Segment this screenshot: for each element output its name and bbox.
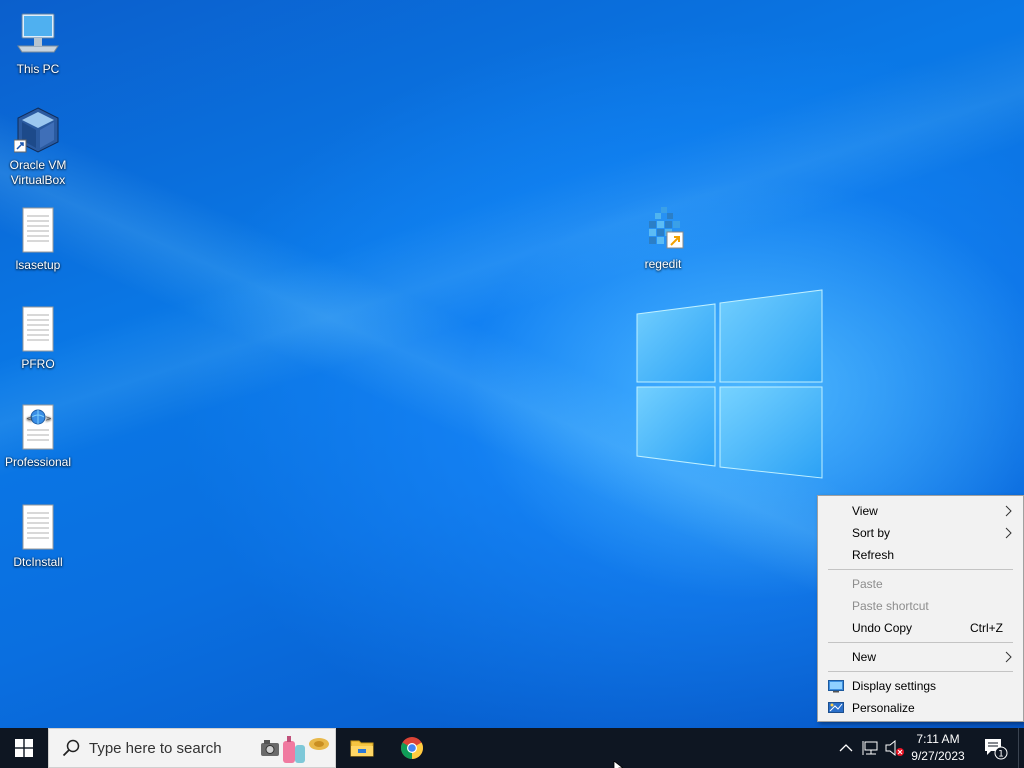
menu-item-refresh[interactable]: Refresh bbox=[818, 544, 1023, 566]
desktop-icon-professional[interactable]: < > Professional bbox=[0, 403, 76, 470]
chevron-right-icon bbox=[1005, 505, 1012, 517]
menu-item-sort-by[interactable]: Sort by bbox=[818, 522, 1023, 544]
desktop-icon-this-pc[interactable]: This PC bbox=[0, 10, 76, 77]
text-file-icon bbox=[14, 305, 62, 353]
menu-item-label: View bbox=[852, 504, 878, 518]
menu-item-label: Personalize bbox=[852, 701, 915, 715]
folder-icon bbox=[350, 740, 374, 757]
tray-network[interactable] bbox=[861, 738, 881, 758]
chevron-right-icon bbox=[1005, 651, 1012, 663]
menu-item-undo-copy[interactable]: Undo Copy Ctrl+Z bbox=[818, 617, 1023, 639]
virtualbox-icon bbox=[13, 106, 62, 154]
menu-item-label: Sort by bbox=[852, 526, 891, 540]
taskbar-file-explorer[interactable] bbox=[338, 728, 386, 768]
search-icon bbox=[62, 739, 80, 757]
menu-item-label: Undo Copy bbox=[852, 621, 913, 635]
menu-item-paste-shortcut[interactable]: Paste shortcut bbox=[818, 595, 1023, 617]
search-highlight-illustration bbox=[261, 736, 329, 763]
notification-count: 1 bbox=[998, 750, 1004, 760]
menu-item-shortcut: Ctrl+Z bbox=[970, 621, 1003, 635]
menu-item-paste[interactable]: Paste bbox=[818, 573, 1023, 595]
start-button[interactable] bbox=[0, 728, 48, 768]
desktop-icon-virtualbox[interactable]: Oracle VM VirtualBox bbox=[0, 106, 76, 188]
menu-item-label: Display settings bbox=[852, 679, 937, 693]
desktop-icon-label: Oracle VM VirtualBox bbox=[9, 158, 67, 187]
windows-start-icon bbox=[15, 739, 33, 757]
menu-item-label: Refresh bbox=[852, 548, 895, 562]
chrome-icon bbox=[401, 737, 423, 759]
display-icon bbox=[828, 680, 844, 693]
chevron-right-icon bbox=[1005, 527, 1012, 539]
desktop-icon-label: Professional bbox=[4, 455, 72, 469]
text-file-icon bbox=[14, 206, 62, 254]
svg-text:>: > bbox=[45, 414, 52, 423]
clock-time: 7:11 AM bbox=[916, 732, 960, 746]
desktop-icon-label: This PC bbox=[16, 62, 60, 76]
desktop-icon-label: DtcInstall bbox=[13, 555, 63, 569]
desktop-context-menu: View Sort by Refresh Paste Paste shortcu… bbox=[817, 495, 1024, 722]
menu-item-new[interactable]: New bbox=[818, 646, 1023, 668]
menu-item-label: Paste bbox=[852, 577, 883, 591]
taskbar-clock[interactable]: 7:11 AM 9/27/2023 bbox=[900, 731, 976, 765]
menu-item-label: New bbox=[852, 650, 877, 664]
desktop-icon-dtcinstall[interactable]: DtcInstall bbox=[0, 503, 76, 570]
computer-icon bbox=[14, 10, 62, 58]
personalize-icon bbox=[828, 702, 844, 713]
svg-text:<: < bbox=[26, 414, 33, 423]
mouse-cursor-icon bbox=[613, 761, 623, 768]
show-desktop-button[interactable] bbox=[1018, 728, 1024, 768]
search-input[interactable] bbox=[89, 739, 249, 757]
menu-separator bbox=[828, 569, 1013, 570]
web-document-icon: < > bbox=[14, 403, 62, 451]
action-center-button[interactable]: 1 bbox=[978, 728, 1012, 768]
regedit-icon bbox=[639, 205, 687, 253]
taskbar-chrome[interactable] bbox=[388, 728, 436, 768]
menu-item-view[interactable]: View bbox=[818, 500, 1023, 522]
taskbar-search-box[interactable] bbox=[48, 728, 336, 768]
desktop-icon-lsasetup[interactable]: lsasetup bbox=[0, 206, 76, 273]
menu-item-personalize[interactable]: Personalize bbox=[818, 697, 1023, 719]
notification-icon: 1 bbox=[985, 739, 1008, 760]
windows-logo-wallpaper bbox=[636, 289, 823, 479]
desktop-icon-label: PFRO bbox=[21, 357, 55, 371]
network-icon bbox=[862, 741, 878, 755]
desktop-icon-pfro[interactable]: PFRO bbox=[0, 305, 76, 372]
menu-item-label: Paste shortcut bbox=[852, 599, 929, 613]
text-file-icon bbox=[14, 503, 62, 551]
menu-separator bbox=[828, 642, 1013, 643]
desktop[interactable]: This PC Oracle VM VirtualBox lsasetup PF… bbox=[0, 0, 1024, 728]
menu-item-display-settings[interactable]: Display settings bbox=[818, 675, 1023, 697]
desktop-icon-label: regedit bbox=[644, 257, 682, 271]
taskbar: 7:11 AM 9/27/2023 1 bbox=[0, 728, 1024, 768]
chevron-up-icon bbox=[839, 744, 853, 752]
desktop-icon-regedit[interactable]: regedit bbox=[625, 205, 701, 272]
tray-show-hidden-icons[interactable] bbox=[836, 738, 856, 758]
desktop-icon-label: lsasetup bbox=[15, 258, 61, 272]
clock-date: 9/27/2023 bbox=[911, 749, 965, 763]
menu-separator bbox=[828, 671, 1013, 672]
